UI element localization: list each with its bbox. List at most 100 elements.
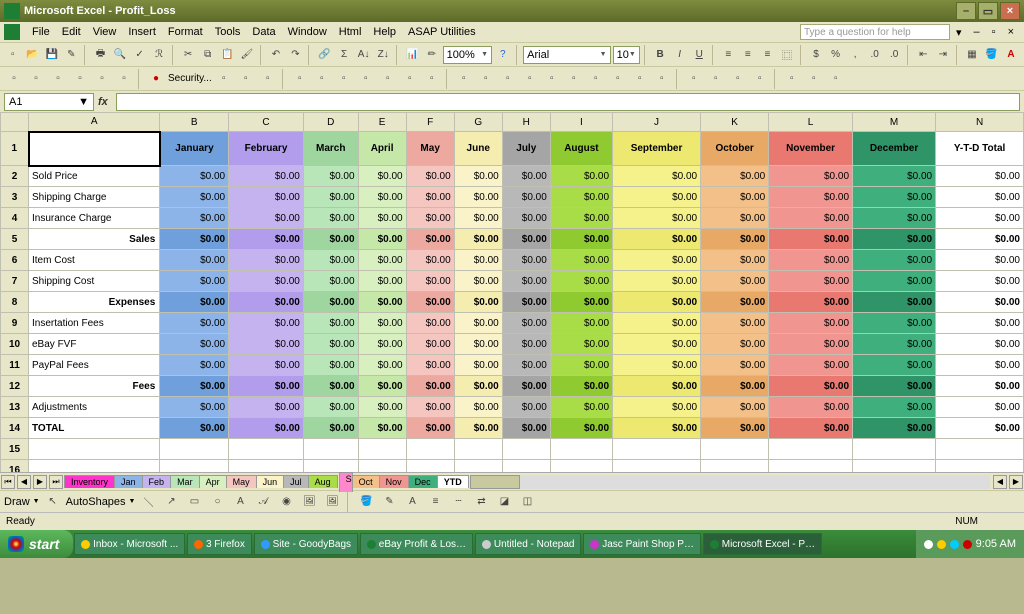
minimize-button[interactable]: – — [956, 2, 976, 20]
cell[interactable]: $0.00 — [769, 229, 853, 250]
cell[interactable]: $0.00 — [701, 166, 769, 187]
cell[interactable]: $0.00 — [454, 418, 502, 439]
cell[interactable] — [550, 439, 612, 460]
rectangle-icon[interactable]: ▭ — [184, 492, 204, 512]
row-header[interactable]: 12 — [1, 376, 29, 397]
cell[interactable]: $0.00 — [502, 229, 550, 250]
cell[interactable]: $0.00 — [550, 166, 612, 187]
cell[interactable] — [160, 439, 229, 460]
select-all-cell[interactable] — [1, 113, 29, 132]
cell[interactable]: $0.00 — [502, 418, 550, 439]
row-header[interactable]: 7 — [1, 271, 29, 292]
row-header[interactable]: 14 — [1, 418, 29, 439]
fontcolor-icon[interactable]: A — [402, 492, 422, 512]
row-header[interactable]: 2 — [1, 166, 29, 187]
tab-next-icon[interactable]: ▶ — [33, 475, 47, 489]
tb2-icon6[interactable]: ▫ — [114, 69, 134, 89]
cell[interactable]: $0.00 — [853, 418, 936, 439]
textbox-icon[interactable]: A — [230, 492, 250, 512]
cell[interactable]: $0.00 — [701, 397, 769, 418]
row-header[interactable]: 9 — [1, 313, 29, 334]
cell[interactable]: $0.00 — [160, 334, 229, 355]
cell[interactable]: $0.00 — [229, 376, 304, 397]
cell[interactable]: $0.00 — [853, 292, 936, 313]
scroll-left-icon[interactable]: ◀ — [993, 475, 1007, 489]
sort-desc-icon[interactable]: Z↓ — [374, 45, 392, 65]
cell[interactable]: $0.00 — [229, 229, 304, 250]
cell-ytd[interactable]: $0.00 — [936, 313, 1024, 334]
cell[interactable]: $0.00 — [454, 334, 502, 355]
cell[interactable]: $0.00 — [160, 292, 229, 313]
cell[interactable]: $0.00 — [454, 397, 502, 418]
cell[interactable]: $0.00 — [454, 271, 502, 292]
tb2e-icon3[interactable]: ▫ — [826, 69, 846, 89]
tray-icon[interactable] — [950, 540, 959, 549]
dashstyle-icon[interactable]: ┄ — [448, 492, 468, 512]
cell[interactable]: $0.00 — [358, 229, 406, 250]
cell[interactable] — [936, 460, 1024, 473]
cell[interactable]: $0.00 — [701, 187, 769, 208]
cell[interactable]: $0.00 — [160, 418, 229, 439]
save-icon[interactable]: 💾 — [43, 45, 61, 65]
cell[interactable]: $0.00 — [550, 187, 612, 208]
arrowstyle-icon[interactable]: ⇄ — [471, 492, 491, 512]
cell[interactable]: $0.00 — [358, 376, 406, 397]
cell[interactable]: $0.00 — [769, 334, 853, 355]
help-dropdown-icon[interactable]: ▾ — [950, 24, 968, 41]
cell[interactable]: $0.00 — [550, 355, 612, 376]
cell-ytd[interactable]: $0.00 — [936, 397, 1024, 418]
cell[interactable]: $0.00 — [229, 334, 304, 355]
cell[interactable]: $0.00 — [229, 397, 304, 418]
month-header[interactable]: October — [701, 132, 769, 166]
cell[interactable]: $0.00 — [229, 418, 304, 439]
menu-asap[interactable]: ASAP Utilities — [402, 24, 482, 40]
cell[interactable]: $0.00 — [853, 271, 936, 292]
start-button[interactable]: start — [0, 530, 73, 558]
tb2-icon2[interactable]: ▫ — [26, 69, 46, 89]
cell[interactable]: $0.00 — [454, 313, 502, 334]
col-header[interactable]: J — [613, 113, 701, 132]
cell[interactable] — [454, 439, 502, 460]
comma-icon[interactable]: , — [846, 45, 864, 65]
cell[interactable]: $0.00 — [550, 376, 612, 397]
cell[interactable] — [502, 439, 550, 460]
col-header[interactable]: F — [406, 113, 454, 132]
cell[interactable]: $0.00 — [769, 418, 853, 439]
merge-icon[interactable]: ⿴ — [778, 45, 796, 65]
cell[interactable]: $0.00 — [769, 355, 853, 376]
cell[interactable]: $0.00 — [229, 166, 304, 187]
row-header[interactable]: 16 — [1, 460, 29, 473]
cell[interactable]: $0.00 — [550, 208, 612, 229]
sec-icon2[interactable]: ▫ — [236, 69, 256, 89]
cell[interactable]: $0.00 — [769, 313, 853, 334]
cell[interactable]: $0.00 — [769, 397, 853, 418]
tb2e-icon1[interactable]: ▫ — [782, 69, 802, 89]
row-label[interactable]: Insurance Charge — [29, 208, 160, 229]
cell[interactable]: $0.00 — [229, 271, 304, 292]
cell[interactable]: $0.00 — [613, 250, 701, 271]
tb2d-icon4[interactable]: ▫ — [750, 69, 770, 89]
cell[interactable]: $0.00 — [502, 397, 550, 418]
tab-feb[interactable]: Feb — [142, 475, 172, 488]
tab-apr[interactable]: Apr — [199, 475, 227, 488]
menu-window[interactable]: Window — [282, 24, 333, 40]
name-box[interactable]: A1▼ — [4, 93, 94, 111]
cell[interactable]: $0.00 — [358, 250, 406, 271]
cell[interactable]: $0.00 — [853, 208, 936, 229]
cell[interactable]: $0.00 — [406, 229, 454, 250]
cell[interactable]: $0.00 — [613, 418, 701, 439]
sec-icon3[interactable]: ▫ — [258, 69, 278, 89]
task-excel[interactable]: Microsoft Excel - P… — [703, 533, 822, 555]
cell[interactable]: $0.00 — [454, 250, 502, 271]
cell[interactable]: $0.00 — [701, 334, 769, 355]
month-header[interactable]: July — [502, 132, 550, 166]
cell[interactable]: $0.00 — [613, 292, 701, 313]
tb2c-icon7[interactable]: ▫ — [586, 69, 606, 89]
cell[interactable]: $0.00 — [769, 292, 853, 313]
cell[interactable]: $0.00 — [160, 187, 229, 208]
cell[interactable]: $0.00 — [160, 313, 229, 334]
cell[interactable] — [936, 439, 1024, 460]
month-header[interactable]: March — [303, 132, 358, 166]
tb2b-icon5[interactable]: ▫ — [378, 69, 398, 89]
cell[interactable]: $0.00 — [502, 376, 550, 397]
